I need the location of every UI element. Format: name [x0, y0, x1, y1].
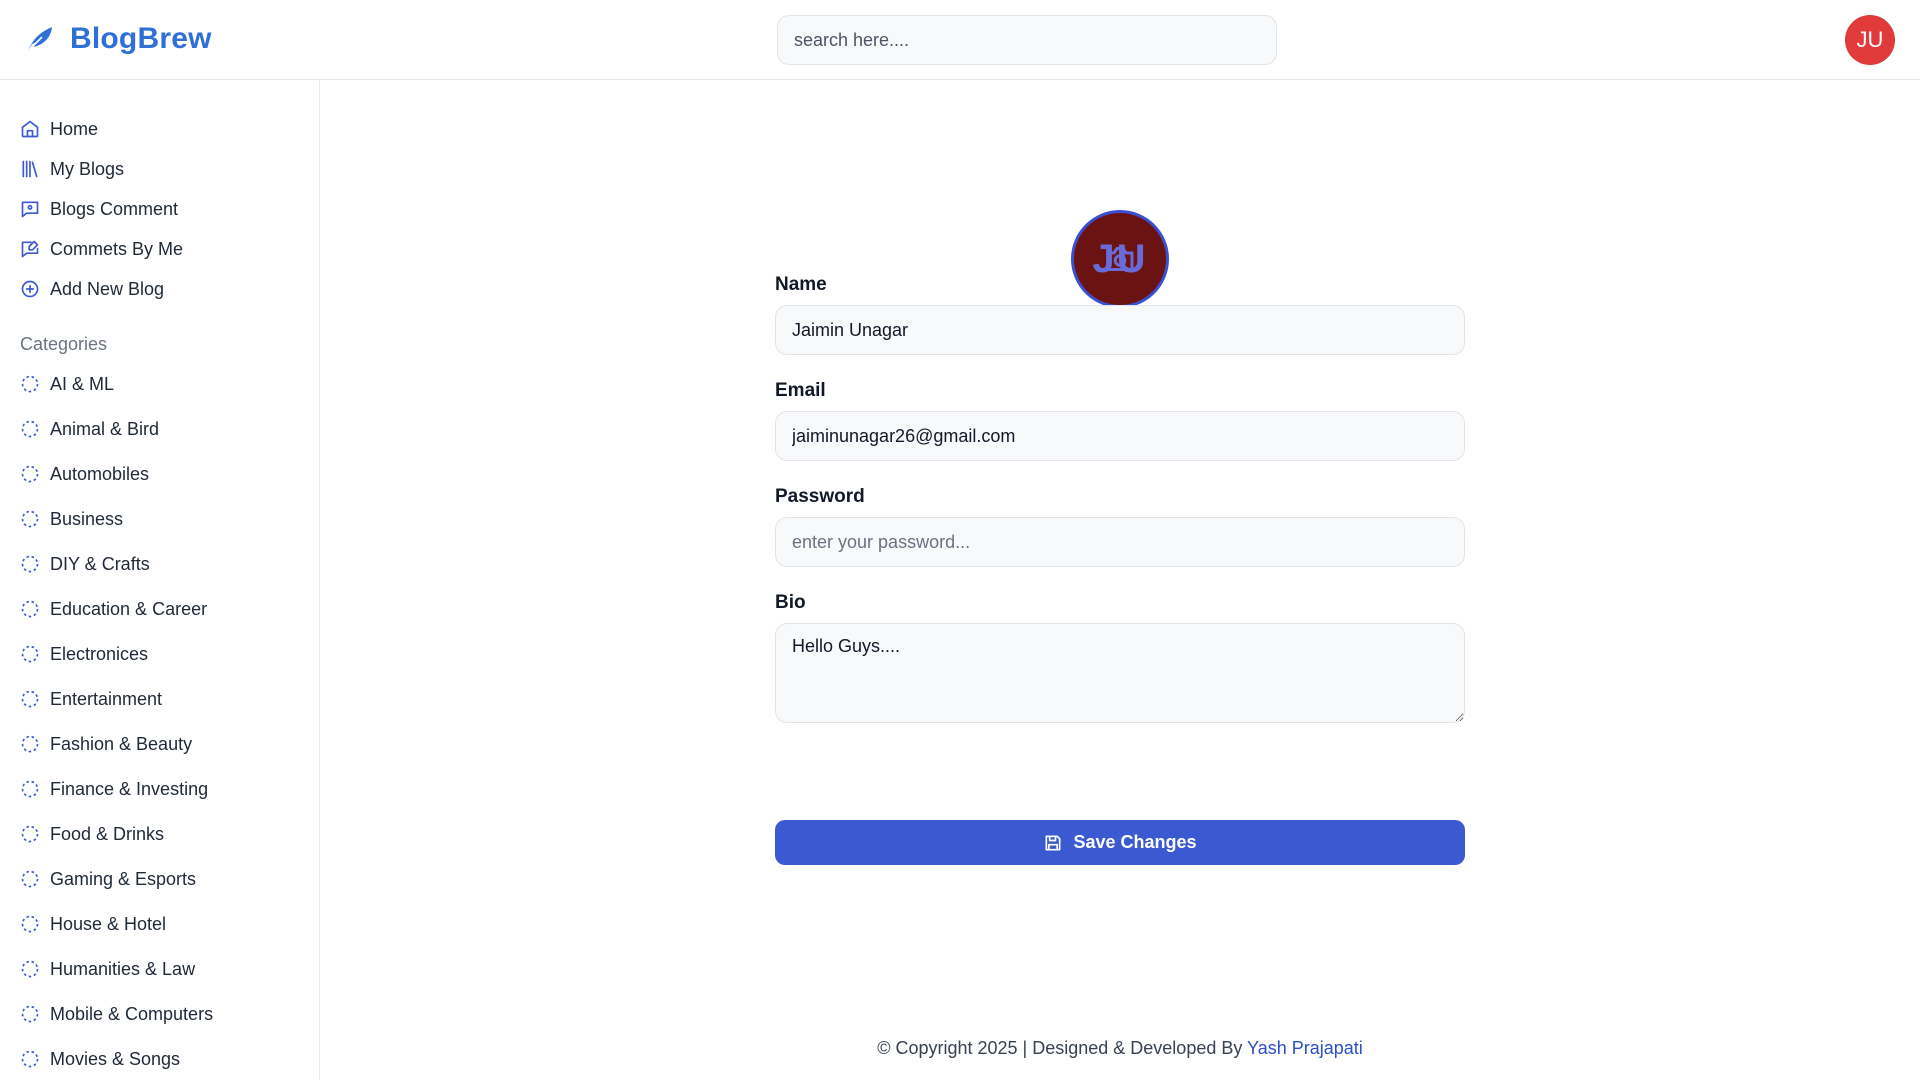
- sidebar-item-label: House & Hotel: [50, 913, 167, 934]
- footer-author-link[interactable]: Yash Prajapati: [1247, 1038, 1363, 1058]
- category-dashed-circle-icon: [20, 779, 40, 799]
- sidebar-item-category[interactable]: Food & Drinks: [20, 819, 164, 849]
- sidebar-item-label: Blogs Comment: [50, 198, 179, 219]
- sidebar-item-category[interactable]: Entertainment: [20, 684, 162, 714]
- categories-heading: Categories: [20, 334, 108, 354]
- profile-avatar[interactable]: JU: [1071, 210, 1169, 308]
- category-dashed-circle-icon: [20, 419, 40, 439]
- sidebar-item-add-new-blog[interactable]: Add New Blog: [20, 274, 164, 304]
- sidebar-item-category[interactable]: Business: [20, 504, 123, 534]
- message-square-icon: [21, 201, 39, 218]
- email-field[interactable]: [775, 411, 1465, 461]
- home-icon: [21, 120, 39, 138]
- sidebar-item-label: Education & Career: [50, 598, 208, 619]
- main-content: JU Name Email Password Bio Hello Guys...…: [320, 80, 1920, 1080]
- category-dashed-circle-icon: [20, 869, 40, 889]
- camera-icon: [1106, 247, 1134, 271]
- sidebar-item-category[interactable]: House & Hotel: [20, 909, 166, 939]
- sidebar-item-label: Electronices: [50, 643, 149, 664]
- sidebar-item-label: AI & ML: [50, 373, 115, 394]
- sidebar-item-label: Add New Blog: [50, 278, 165, 299]
- category-dashed-circle-icon: [20, 959, 40, 979]
- category-dashed-circle-icon: [20, 464, 40, 484]
- sidebar-item-label: Fashion & Beauty: [50, 733, 193, 754]
- category-dashed-circle-icon: [20, 554, 40, 574]
- message-edit-icon: [21, 240, 39, 258]
- sidebar-item-category[interactable]: Fashion & Beauty: [20, 729, 192, 759]
- sidebar-item-label: Entertainment: [50, 688, 163, 709]
- sidebar-item-label: Food & Drinks: [50, 823, 165, 844]
- save-icon: [1045, 835, 1061, 850]
- sidebar-item-label: Finance & Investing: [50, 778, 209, 799]
- category-dashed-circle-icon: [20, 509, 40, 529]
- sidebar-item-label: Animal & Bird: [50, 418, 160, 439]
- category-dashed-circle-icon: [20, 914, 40, 934]
- sidebar-item-category[interactable]: Mobile & Computers: [20, 999, 213, 1029]
- password-field[interactable]: [775, 517, 1465, 567]
- sidebar-item-my-blogs[interactable]: My Blogs: [20, 154, 124, 184]
- password-label: Password: [775, 486, 865, 507]
- sidebar-item-label: Business: [50, 508, 124, 529]
- sidebar: Home My Blogs Blogs Comment Commets By M…: [0, 80, 320, 1080]
- sidebar-item-category[interactable]: AI & ML: [20, 369, 114, 399]
- search-input[interactable]: [777, 15, 1277, 65]
- sidebar-item-category[interactable]: Movies & Songs: [20, 1044, 180, 1074]
- sidebar-item-category[interactable]: Humanities & Law: [20, 954, 195, 984]
- plus-circle-icon: [21, 280, 39, 298]
- brand-name: BlogBrew: [70, 22, 212, 55]
- email-label: Email: [775, 380, 826, 401]
- sidebar-item-category[interactable]: Gaming & Esports: [20, 864, 196, 894]
- category-dashed-circle-icon: [20, 374, 40, 394]
- category-dashed-circle-icon: [20, 644, 40, 664]
- footer: © Copyright 2025 | Designed & Developed …: [320, 1038, 1920, 1059]
- sidebar-item-label: Home: [50, 118, 99, 139]
- name-label: Name: [775, 274, 827, 295]
- category-dashed-circle-icon: [20, 734, 40, 754]
- library-icon: [22, 160, 38, 178]
- feather-logo-icon: [27, 27, 52, 52]
- category-dashed-circle-icon: [20, 689, 40, 709]
- sidebar-item-category[interactable]: Finance & Investing: [20, 774, 208, 804]
- sidebar-item-category[interactable]: Electronices: [20, 639, 148, 669]
- sidebar-item-label: Gaming & Esports: [50, 868, 197, 889]
- user-avatar[interactable]: JU: [1845, 15, 1895, 65]
- sidebar-item-label: Automobiles: [50, 463, 150, 484]
- top-header: BlogBrew JU: [0, 0, 1920, 80]
- footer-copyright: © Copyright 2025 | Designed & Developed …: [877, 1038, 1243, 1058]
- save-button-label: Save Changes: [1073, 832, 1197, 852]
- category-dashed-circle-icon: [20, 1004, 40, 1024]
- bio-label: Bio: [775, 592, 806, 613]
- name-field[interactable]: [775, 305, 1465, 355]
- sidebar-item-home[interactable]: Home: [20, 114, 98, 144]
- category-dashed-circle-icon: [20, 1049, 40, 1069]
- bio-field[interactable]: Hello Guys....: [775, 623, 1465, 723]
- sidebar-item-category[interactable]: Education & Career: [20, 594, 207, 624]
- sidebar-item-label: My Blogs: [50, 158, 125, 179]
- sidebar-item-blogs-comment[interactable]: Blogs Comment: [20, 194, 178, 224]
- sidebar-item-label: Commets By Me: [50, 238, 184, 259]
- sidebar-item-category[interactable]: Automobiles: [20, 459, 149, 489]
- sidebar-item-label: Humanities & Law: [50, 958, 196, 979]
- brand-logo[interactable]: BlogBrew: [24, 22, 212, 56]
- category-dashed-circle-icon: [20, 599, 40, 619]
- sidebar-item-category[interactable]: DIY & Crafts: [20, 549, 150, 579]
- sidebar-item-category[interactable]: Animal & Bird: [20, 414, 159, 444]
- sidebar-item-label: DIY & Crafts: [50, 553, 150, 574]
- save-changes-button[interactable]: Save Changes: [775, 820, 1465, 865]
- sidebar-item-label: Mobile & Computers: [50, 1003, 214, 1024]
- sidebar-item-commets-by-me[interactable]: Commets By Me: [20, 234, 183, 264]
- sidebar-item-label: Movies & Songs: [50, 1048, 181, 1069]
- category-dashed-circle-icon: [20, 824, 40, 844]
